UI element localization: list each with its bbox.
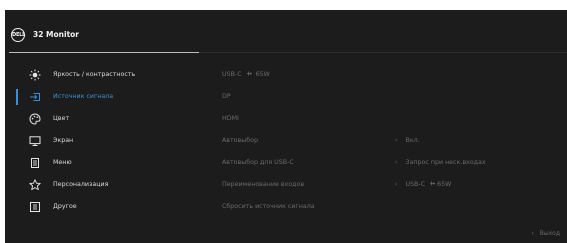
menu-item-label: Другое: [53, 203, 77, 210]
chevron-right-icon: ›: [395, 159, 398, 166]
header-divider: [9, 52, 199, 53]
exit-button[interactable]: ‹ Выход: [531, 229, 560, 239]
source-extra: 65W: [255, 71, 270, 78]
menu-item-label: Меню: [53, 159, 72, 166]
menu-item-personalize[interactable]: Персонализация: [5, 174, 205, 196]
osd-menu: DELL 32 Monitor Яркость / контрастность …: [5, 10, 567, 243]
rename-inputs-value: › USB-C 65W: [395, 178, 451, 192]
menu-item-label: Цвет: [53, 115, 70, 122]
color-icon: [29, 113, 41, 125]
header-divider-dim: [199, 52, 567, 53]
source-hdmi[interactable]: HDMI: [222, 112, 239, 126]
reset-input-source-option[interactable]: Сбросить источник сигнала: [222, 200, 315, 214]
menu-item-others[interactable]: Другое: [5, 196, 205, 218]
menu-item-label: Персонализация: [53, 181, 109, 188]
auto-select-option[interactable]: Автовыбор: [222, 134, 258, 148]
menu-item-brightness-contrast[interactable]: Яркость / контрастность: [5, 64, 205, 86]
auto-select-value: › Вкл.: [395, 134, 420, 148]
chevron-right-icon: ›: [395, 181, 398, 188]
selection-indicator: [16, 89, 18, 105]
menu-item-label: Источник сигнала: [53, 93, 114, 100]
brightness-icon: [29, 69, 41, 81]
display-icon: [29, 135, 41, 147]
star-icon: [29, 179, 41, 191]
auto-select-usbc-value: › Запрос при неск.входах: [395, 156, 486, 170]
menu-item-display[interactable]: Экран: [5, 130, 205, 152]
exit-label: Выход: [539, 230, 560, 237]
menu-item-color[interactable]: Цвет: [5, 108, 205, 130]
input-source-icon: [29, 91, 41, 103]
source-label: USB-C: [222, 71, 242, 78]
menu-item-input-source[interactable]: Источник сигнала: [5, 86, 205, 108]
monitor-title: 32 Monitor: [33, 30, 80, 39]
menu-item-label: Экран: [53, 137, 74, 144]
power-plug-icon: [246, 71, 252, 76]
source-dp[interactable]: DP: [222, 90, 231, 104]
dell-logo: DELL: [11, 28, 25, 42]
menu-icon: [29, 157, 41, 169]
auto-select-usbc-option[interactable]: Автовыбор для USB-C: [222, 156, 294, 170]
chevron-left-icon: ‹: [531, 230, 534, 237]
others-icon: [29, 201, 41, 213]
menu-item-menu[interactable]: Меню: [5, 152, 205, 174]
chevron-right-icon: ›: [395, 137, 398, 144]
power-plug-icon: [430, 181, 436, 186]
osd-header: DELL 32 Monitor: [5, 10, 567, 53]
source-usbc[interactable]: USB-C 65W: [222, 68, 270, 82]
rename-inputs-option[interactable]: Переименование входов: [222, 178, 304, 192]
menu-item-label: Яркость / контрастность: [53, 71, 136, 78]
